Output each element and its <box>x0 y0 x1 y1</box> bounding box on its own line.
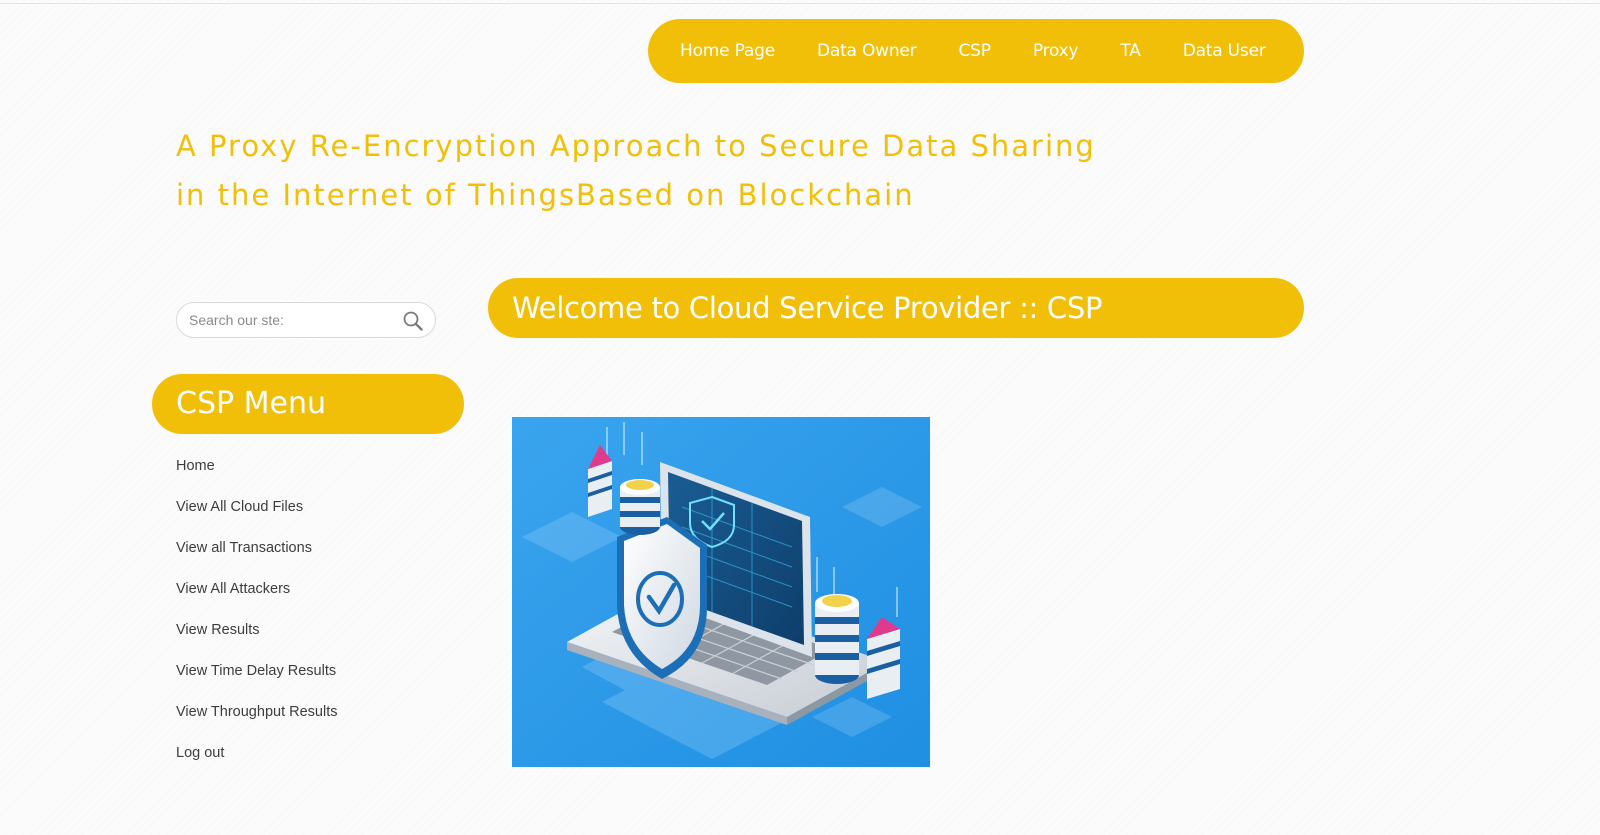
security-laptop-illustration <box>512 417 930 767</box>
nav-data-owner[interactable]: Data Owner <box>817 41 917 61</box>
site-title-line-2: in the Internet of ThingsBased on Blockc… <box>176 178 915 212</box>
sidebar-item-view-all-attackers[interactable]: View All Attackers <box>176 581 290 597</box>
sidebar-item-home[interactable]: Home <box>176 458 215 474</box>
nav-data-user[interactable]: Data User <box>1183 41 1266 61</box>
sidebar-heading: CSP Menu <box>152 374 464 434</box>
main-navigation: Home Page Data Owner CSP Proxy TA Data U… <box>648 19 1304 83</box>
sidebar-item: View All Cloud Files <box>176 497 337 538</box>
sidebar-item: View All Attackers <box>176 579 337 620</box>
search-input[interactable] <box>189 309 389 331</box>
search-box <box>176 302 436 338</box>
sidebar-item: View Throughput Results <box>176 702 337 743</box>
nav-csp[interactable]: CSP <box>958 41 991 61</box>
sidebar-item: View all Transactions <box>176 538 337 579</box>
nav-ta[interactable]: TA <box>1120 41 1140 61</box>
sidebar-item: Log out <box>176 743 337 784</box>
sidebar-item-view-results[interactable]: View Results <box>176 622 260 638</box>
welcome-heading: Welcome to Cloud Service Provider :: CSP <box>488 278 1304 338</box>
sidebar-menu: Home View All Cloud Files View all Trans… <box>176 456 337 784</box>
nav-home-page[interactable]: Home Page <box>680 41 775 61</box>
sidebar-item: Home <box>176 456 337 497</box>
sidebar-item-view-time-delay-results[interactable]: View Time Delay Results <box>176 663 336 679</box>
sidebar-item-log-out[interactable]: Log out <box>176 745 224 761</box>
sidebar-item-view-all-transactions[interactable]: View all Transactions <box>176 540 312 556</box>
sidebar-item-view-throughput-results[interactable]: View Throughput Results <box>176 704 337 720</box>
site-title: A Proxy Re-Encryption Approach to Secure… <box>176 122 1096 220</box>
site-title-line-1: A Proxy Re-Encryption Approach to Secure… <box>176 129 1096 163</box>
sidebar-item-view-all-cloud-files[interactable]: View All Cloud Files <box>176 499 303 515</box>
nav-proxy[interactable]: Proxy <box>1033 41 1079 61</box>
search-icon[interactable] <box>401 309 425 333</box>
top-divider <box>0 3 1600 4</box>
sidebar-item: View Time Delay Results <box>176 661 337 702</box>
sidebar-item: View Results <box>176 620 337 661</box>
